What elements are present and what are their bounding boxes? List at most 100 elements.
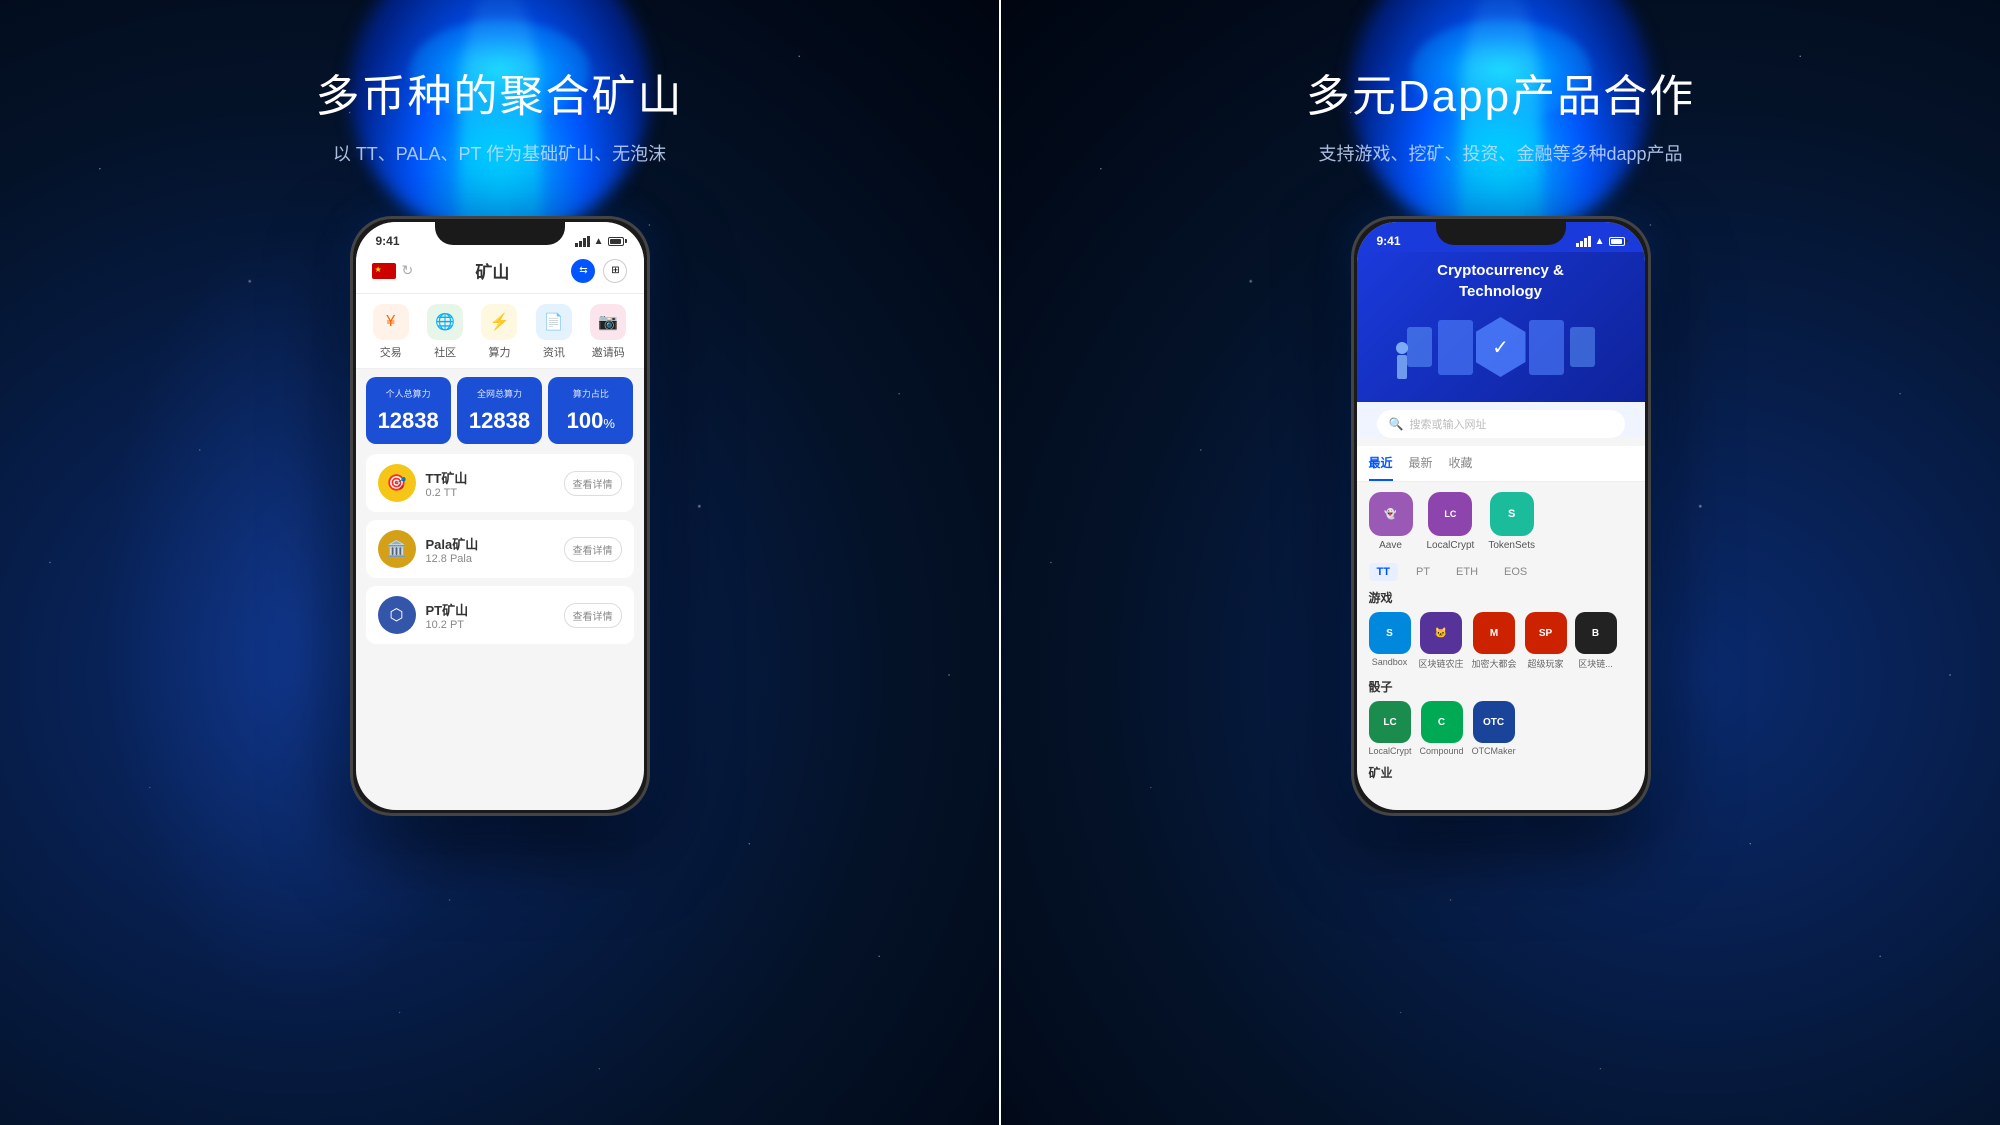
panel-divider [999,0,1001,1125]
game-icon-crypto-city: M [1473,612,1515,654]
mine-btn-tt[interactable]: 查看详情 [564,471,622,496]
game-icon-blockchain: B [1575,612,1617,654]
phone-notch-left [435,219,565,245]
mine-info-pala: Pala矿山 12.8 Pala [426,534,479,565]
qr-icon[interactable]: ⊞ [603,259,627,283]
app-icon-aave: 👻 [1369,492,1413,536]
nav-icon-news: 📄 [536,304,572,340]
status-icons-right: ▲ [1576,236,1625,247]
tab-latest[interactable]: 最新 [1409,446,1433,481]
dapp-banner-title: Cryptocurrency & Technology [1373,260,1629,302]
nav-icon-compute: ⚡ [481,304,517,340]
header-left: ★ ↻ [372,262,414,279]
left-panel-content: 多币种的聚合矿山 以 TT、PALA、PT 作为基础矿山、无泡沫 9:41 [0,0,999,1125]
banner-figure-center [1438,320,1473,375]
game-icon-block-farm: 🐱 [1420,612,1462,654]
game-name-blockchain: 区块链... [1578,657,1613,670]
games-row: S Sandbox 🐱 区块链农庄 M 加密大都会 SP [1369,612,1633,670]
mine-item-left-pala: 🏛️ Pala矿山 12.8 Pala [378,530,479,568]
exchange-icon[interactable]: ⇆ [571,259,595,283]
stat-network-label: 全网总算力 [463,387,536,400]
stat-personal-value: 12838 [372,408,445,434]
right-panel: 多元Dapp产品合作 支持游戏、挖矿、投资、金融等多种dapp产品 9:41 [1001,0,2000,1125]
app-name-aave: Aave [1379,540,1402,551]
mining-nav: ¥ 交易 🌐 社区 ⚡ 算力 [356,294,644,369]
mine-list: 🎯 TT矿山 0.2 TT 查看详情 🏛️ [356,454,644,644]
nav-trade-label: 交易 [380,344,402,360]
app-tokensets[interactable]: S TokenSets [1488,492,1535,551]
games-section: 游戏 S Sandbox 🐱 区块链农庄 M 加密大都会 [1357,589,1645,670]
app-icon-localcrypt: LC [1428,492,1472,536]
nav-news-label: 资讯 [543,344,565,360]
game-blockchain[interactable]: B 区块链... [1575,612,1617,670]
phone-notch-right [1436,219,1566,245]
dapp-search-bar[interactable]: 🔍 搜索或输入网址 [1377,410,1625,438]
nav-compute-label: 算力 [488,344,510,360]
left-panel-subtitle: 以 TT、PALA、PT 作为基础矿山、无泡沫 [333,140,666,166]
status-time-right: 9:41 [1377,234,1401,248]
game-name-crypto-city: 加密大都会 [1472,657,1517,670]
dapp-content-tabs: 最近 最新 收藏 [1357,446,1645,482]
app-name-localcrypt: LocalCrypt [1427,540,1475,551]
nav-trade[interactable]: ¥ 交易 [373,304,409,360]
mine-name-pt: PT矿山 [426,600,469,619]
nav-news[interactable]: 📄 资讯 [536,304,572,360]
nav-community-label: 社区 [434,344,456,360]
banner-figure-right [1529,320,1564,375]
stat-network-value: 12838 [463,408,536,434]
game-crypto-city[interactable]: M 加密大都会 [1472,612,1517,670]
cat-tab-pt[interactable]: PT [1408,563,1438,581]
dice-label: 骰子 [1369,678,1633,695]
mine-info-tt: TT矿山 0.2 TT [426,468,468,499]
app-name-tokensets: TokenSets [1488,540,1535,551]
finance-name-otcmaker: OTCMaker [1472,746,1516,756]
game-sandbox[interactable]: S Sandbox [1369,612,1411,670]
game-block-farm[interactable]: 🐱 区块链农庄 [1419,612,1464,670]
cat-tab-eos[interactable]: EOS [1496,563,1535,581]
mine-btn-pala[interactable]: 查看详情 [564,537,622,562]
dapp-header-banner: Cryptocurrency & Technology ✓ [1357,252,1645,402]
mine-amount-tt: 0.2 TT [426,487,468,499]
right-panel-subtitle: 支持游戏、挖矿、投资、金融等多种dapp产品 [1318,140,1682,166]
left-panel-title: 多币种的聚合矿山 [316,60,684,124]
finance-compound[interactable]: C Compound [1420,701,1464,756]
app-icon-tokensets: S [1490,492,1534,536]
signal-icon [575,236,590,247]
cat-tab-tt[interactable]: TT [1369,563,1398,581]
game-super-player[interactable]: SP 超级玩家 [1525,612,1567,670]
wifi-icon-right: ▲ [1595,236,1605,247]
flag-icon: ★ [372,263,396,279]
stat-network: 全网总算力 12838 [457,377,542,444]
mine-item-tt: 🎯 TT矿山 0.2 TT 查看详情 [366,454,634,512]
mining-section: 矿业 [1357,764,1645,781]
tab-favorites[interactable]: 收藏 [1449,446,1473,481]
stats-grid: 个人总算力 12838 全网总算力 12838 算力占比 100% [356,377,644,444]
nav-compute[interactable]: ⚡ 算力 [481,304,517,360]
game-icon-sandbox: S [1369,612,1411,654]
mine-info-pt: PT矿山 10.2 PT [426,600,469,631]
tab-recent[interactable]: 最近 [1369,446,1393,481]
nav-invite[interactable]: 📷 邀请码 [590,304,626,360]
person-figure [1393,342,1411,382]
game-name-super-player: 超级玩家 [1528,657,1564,670]
finance-otcmaker[interactable]: OTC OTCMaker [1472,701,1516,756]
header-right: ⇆ ⊞ [571,259,627,283]
mine-amount-pala: 12.8 Pala [426,553,479,565]
left-phone-screen: 9:41 ▲ [356,222,644,810]
refresh-icon[interactable]: ↻ [402,262,414,279]
mine-btn-pt[interactable]: 查看详情 [564,603,622,628]
app-localcrypt[interactable]: LC LocalCrypt [1427,492,1475,551]
stat-unit: % [603,416,615,431]
game-name-sandbox: Sandbox [1372,657,1408,667]
battery-icon [608,237,624,246]
finance-icon-compound: C [1421,701,1463,743]
nav-community[interactable]: 🌐 社区 [427,304,463,360]
cat-tab-eth[interactable]: ETH [1448,563,1486,581]
status-icons-left: ▲ [575,236,624,247]
app-aave[interactable]: 👻 Aave [1369,492,1413,551]
finance-localcrypt[interactable]: LC LocalCrypt [1369,701,1412,756]
search-placeholder: 搜索或输入网址 [1409,416,1486,432]
right-panel-title: 多元Dapp产品合作 [1306,60,1695,124]
category-tabs: TT PT ETH EOS [1357,563,1645,581]
signal-icon-right [1576,236,1591,247]
